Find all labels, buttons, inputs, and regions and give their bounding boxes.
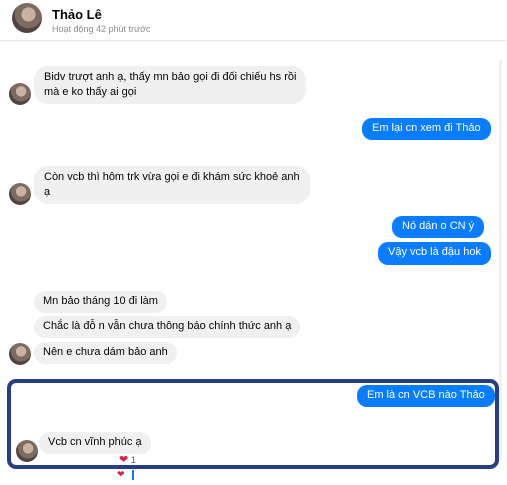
chat-header: Thảo Lê Hoạt động 42 phút trước — [0, 0, 507, 40]
sender-avatar[interactable] — [9, 343, 31, 365]
outgoing-message[interactable]: Nó dán o CN ý — [392, 216, 485, 238]
sender-avatar[interactable] — [16, 440, 38, 462]
sender-avatar[interactable] — [9, 83, 31, 105]
seen-marker — [132, 470, 134, 480]
incoming-message[interactable]: Nên e chưa dám bảo anh — [34, 342, 177, 364]
incoming-message[interactable]: Bidv trượt anh ạ, thấy mn bảo gọi đi đối… — [34, 66, 307, 104]
sender-avatar[interactable] — [9, 183, 31, 205]
outgoing-message[interactable]: Em là cn VCB nào Thảo — [357, 385, 495, 407]
contact-name[interactable]: Thảo Lê — [52, 7, 102, 22]
contact-avatar[interactable] — [12, 3, 42, 33]
reaction-count: 1 — [130, 455, 136, 465]
heart-icon: ❤ — [117, 469, 125, 479]
incoming-message[interactable]: Còn vcb thì hôm trk vừa gọi e đi khám sứ… — [34, 166, 310, 204]
incoming-message[interactable]: Chắc là đỗ n vẫn chưa thông báo chính th… — [34, 316, 301, 338]
scrollbar[interactable] — [499, 60, 502, 460]
incoming-message[interactable]: Vcb cn vĩnh phúc ạ — [39, 432, 151, 454]
message-reaction[interactable]: ❤ 1 — [119, 453, 136, 466]
incoming-message[interactable]: Mn bảo tháng 10 đi làm — [34, 291, 167, 313]
outgoing-message[interactable]: Vậy vcb là đậu hok — [378, 242, 491, 265]
outgoing-message[interactable]: Em lại cn xem đi Thảo — [362, 118, 491, 140]
heart-icon: ❤ — [119, 454, 129, 466]
active-status: Hoạt động 42 phút trước — [52, 24, 151, 34]
